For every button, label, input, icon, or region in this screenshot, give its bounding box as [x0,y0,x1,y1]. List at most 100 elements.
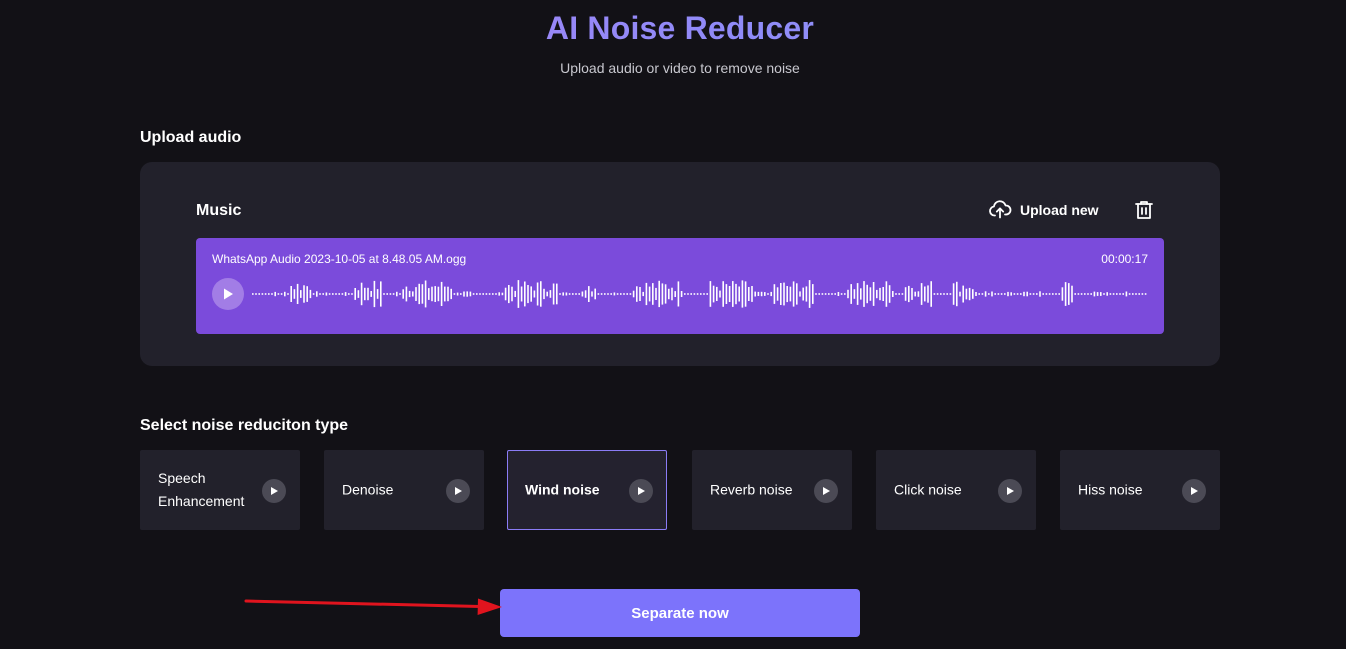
waveform-bar [517,280,520,308]
separate-now-button[interactable]: Separate now [500,589,860,637]
preview-play-button[interactable] [998,479,1022,503]
waveform-bar [376,289,379,299]
waveform-bar [847,289,849,299]
waveform-bar [1077,293,1080,295]
waveform-bar [357,290,360,298]
waveform-bar [293,289,296,299]
waveform-bar [652,283,654,305]
audio-waveform[interactable] [252,278,1148,310]
audio-play-button[interactable] [212,278,244,310]
waveform-bar [1144,293,1147,295]
preview-play-button[interactable] [814,479,838,503]
waveform-bar [380,281,382,307]
waveform-bar [997,293,1000,295]
waveform-bar [594,288,596,300]
preview-play-button[interactable] [629,479,653,503]
waveform-bar [655,287,657,300]
waveform-bar [661,283,664,305]
waveform-bar [946,293,948,295]
waveform-bar [796,283,798,305]
waveform-bar [620,293,622,295]
noise-option-wind-noise[interactable]: Wind noise [507,450,667,530]
waveform-bar [613,292,616,296]
waveform-bar [959,291,961,297]
waveform-bar [818,293,820,295]
waveform-bar [741,280,744,308]
play-icon [224,288,233,300]
waveform-bar [364,287,366,301]
waveform-bar [911,288,913,300]
waveform-bar [501,292,504,296]
upload-new-button[interactable]: Upload new [988,198,1099,222]
waveform-bar [1138,293,1140,295]
noise-type-options: Speech Enhancement Denoise Wind noise Re… [140,450,1220,530]
waveform-bar [773,284,776,304]
waveform-bar [696,293,699,295]
waveform-bar [261,293,264,295]
waveform-bar [360,282,363,306]
waveform-bar [610,293,612,295]
waveform-bar [495,293,497,295]
waveform-bar [1116,293,1118,295]
noise-option-click-noise[interactable]: Click noise [876,450,1036,530]
waveform-bar [607,293,609,295]
waveform-bar [674,291,676,297]
waveform-bar [831,293,833,295]
waveform-bar [367,287,369,301]
waveform-bar [1045,293,1048,295]
noise-option-reverb-noise[interactable]: Reverb noise [692,450,852,530]
waveform-bar [1087,293,1089,295]
waveform-bar [469,291,472,297]
waveform-bar [860,288,862,300]
preview-play-button[interactable] [446,479,470,503]
waveform-bar [408,290,411,298]
waveform-bar [530,286,532,302]
waveform-bar [757,291,760,296]
delete-button[interactable] [1132,198,1156,222]
noise-option-label: Hiss noise [1078,481,1143,498]
waveform-bar [338,293,340,295]
waveform-bar [722,281,724,307]
waveform-bar [616,293,619,295]
waveform-bar [508,285,510,304]
waveform-bar [706,293,708,295]
waveform-bar [1106,292,1108,296]
waveform-bar [1080,293,1083,295]
waveform-bar [485,293,488,295]
waveform-bar [466,291,468,297]
waveform-bar [312,293,315,295]
waveform-bar [604,293,606,295]
waveform-bar [280,293,283,295]
waveform-bar [488,293,491,295]
waveform-bar [658,280,660,308]
waveform-bar [703,293,705,295]
waveform-bar [255,293,257,295]
upload-section-label: Upload audio [140,129,242,146]
waveform-bar [389,293,392,295]
waveform-bar [751,286,753,302]
waveform-bar [540,281,542,307]
annotation-arrow-icon [244,598,502,615]
waveform-bar [687,293,689,295]
waveform-bar [821,293,824,295]
noise-option-speech-enhancement[interactable]: Speech Enhancement [140,450,300,530]
waveform-bar [1084,293,1086,295]
waveform-bar [956,281,958,307]
waveform-bar [1125,291,1128,297]
preview-play-button[interactable] [1182,479,1206,503]
noise-option-hiss-noise[interactable]: Hiss noise [1060,450,1220,530]
waveform-bar [252,293,254,295]
waveform-bar [351,293,353,295]
upload-new-label: Upload new [1020,202,1099,218]
waveform-bar [460,293,462,295]
waveform-bar [869,287,872,301]
waveform-bar [988,293,990,295]
waveform-bar [562,292,564,296]
waveform-bar [834,293,836,295]
waveform-bar [1064,282,1067,306]
waveform-bar [645,282,648,306]
preview-play-button[interactable] [262,479,286,503]
waveform-bar [908,285,910,303]
waveform-bar [792,281,795,307]
noise-option-denoise[interactable]: Denoise [324,450,484,530]
